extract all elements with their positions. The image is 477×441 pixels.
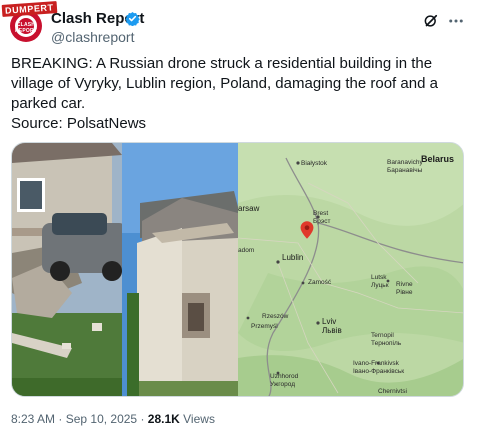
map-label-radom: adom xyxy=(238,247,255,254)
tweet-card: CLASH REPORT DUMPERT Clash Report @clash… xyxy=(0,0,477,441)
avatar-text: CLASH REPORT xyxy=(14,22,38,34)
map-label-przemysl: Przemyśl xyxy=(251,323,278,330)
map-label-rzeszow: Rzeszów xyxy=(262,313,289,320)
damaged-building-photo[interactable] xyxy=(12,143,238,397)
map-label-lublin: Lublin xyxy=(282,253,304,262)
map-label-brest-cyr: Брэст xyxy=(313,218,331,225)
meta-separator: · xyxy=(55,412,66,426)
map-label-brest: Brest xyxy=(313,210,329,217)
views-label: Views xyxy=(179,412,215,426)
map-label-lutsk: Lutsk xyxy=(371,274,387,281)
map-label-bialystok: Białystok xyxy=(301,160,328,167)
map-label-chernivtsi: Chernivtsi xyxy=(378,388,407,395)
map-label-lviv-cyr: Львів xyxy=(322,326,342,335)
map-label-ternopil: Ternopil xyxy=(371,332,394,339)
meta-separator-2: · xyxy=(137,412,148,426)
author-handle[interactable]: @clashreport xyxy=(51,29,134,45)
tweet-date[interactable]: Sep 10, 2025 xyxy=(66,412,137,426)
map-label-rivne-cyr: Рівне xyxy=(396,289,413,296)
map-pin-icon xyxy=(300,221,314,239)
more-options-icon[interactable] xyxy=(447,12,465,30)
map-label-baranavichy: Baranavichy xyxy=(387,159,423,166)
map-view[interactable]: Białystok Belarus Baranavichy Баранавічы… xyxy=(238,143,463,396)
map-label-belarus: Belarus xyxy=(421,154,455,164)
map-label-baranavichy-cyr: Баранавічы xyxy=(387,167,423,174)
grok-icon[interactable] xyxy=(422,12,440,30)
map-terrain xyxy=(238,143,463,396)
map-label-zamosc: Zamość xyxy=(308,279,332,286)
watermark: DUMPERT xyxy=(1,1,58,17)
tweet-source: Source: PolsatNews xyxy=(11,115,147,132)
map-label-lviv: Lviv xyxy=(322,317,337,326)
verified-badge-icon xyxy=(125,11,140,26)
media-container[interactable]: Białystok Belarus Baranavichy Баранавічы… xyxy=(11,142,464,397)
tweet-text: BREAKING: A Russian drone struck a resid… xyxy=(11,55,438,112)
map-label-rivne: Rivne xyxy=(396,281,413,288)
map-label-ivano: Ivano-Frankivsk xyxy=(353,360,399,367)
map-label-ivano-cyr: Івано-Франківськ xyxy=(353,368,405,375)
map-label-uzhhorod-cyr: Ужгород xyxy=(270,381,295,388)
map-label-warsaw: arsaw xyxy=(238,204,260,213)
map-label-ternopil-cyr: Тернопіль xyxy=(371,340,402,347)
map-label-lutsk-cyr: Луцьк xyxy=(371,282,389,289)
views-count[interactable]: 28.1K xyxy=(148,412,180,426)
tweet-time[interactable]: 8:23 AM xyxy=(11,412,55,426)
map-label-uzhhorod: Uzhhorod xyxy=(270,373,299,380)
tweet-meta: 8:23 AM · Sep 10, 2025 · 28.1K Views xyxy=(11,412,215,426)
